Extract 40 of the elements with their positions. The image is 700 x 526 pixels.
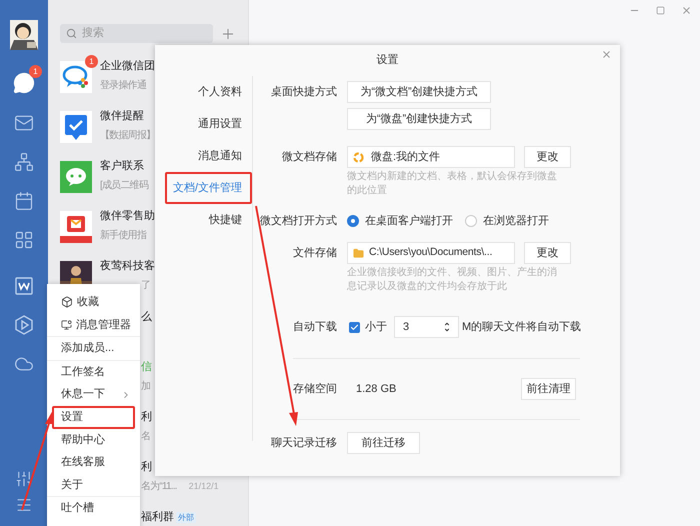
chat-preview: 加: [141, 380, 150, 393]
chat-title: 福利群: [141, 510, 174, 524]
dialog-title: 设置: [376, 53, 398, 68]
field-label: 聊天记录迁移: [270, 436, 337, 451]
external-tag: 外部: [176, 512, 196, 522]
chat-title: 么: [141, 310, 152, 324]
path-text: 微盘:我的文件: [371, 150, 440, 165]
field-label: 存储空间: [292, 382, 337, 397]
field-label: 文件存储: [292, 246, 337, 261]
field-label: 微文档打开方式: [259, 214, 337, 229]
storage-size: 1.28 GB: [356, 382, 398, 397]
chat-title: 利: [141, 410, 152, 424]
chat-preview: [成员二维码: [100, 179, 148, 192]
field-label: 微文档存储: [281, 150, 337, 165]
hint-text: 企业微信接收到的文件、视频、图片、产生的消息记录以及微盘的文件均会存放于此: [347, 266, 558, 294]
spinner-value: 3: [403, 320, 410, 335]
chat-title: 信: [141, 360, 152, 374]
chat-title: 微伴零售助: [100, 209, 155, 223]
chat-preview: 了: [141, 279, 150, 292]
chat-title: 利: [141, 460, 152, 474]
size-suffix: M的聊天文件将自动下载: [462, 320, 582, 335]
chat-preview: 名为“11...: [141, 480, 177, 494]
chat-preview: 登录操作通: [100, 79, 146, 92]
field-label: 桌面快捷方式: [270, 84, 337, 100]
chat-title: 夜莺科技客: [100, 259, 155, 273]
chat-title: 企业微信团: [100, 59, 155, 73]
chat-preview: 【数据周报】: [100, 129, 156, 142]
path-text: C:\Users\you\Documents\...: [369, 245, 492, 260]
radio-label: 在桌面客户端打开: [365, 214, 453, 229]
hint-text: 微文档内新建的文档、表格，默认会保存到微盘的此位置: [347, 170, 558, 198]
chat-preview: 名: [141, 430, 150, 443]
unread-badge: 1: [29, 65, 42, 78]
unread-badge: 1: [85, 55, 98, 68]
chat-title: 客户联系: [100, 159, 144, 173]
chat-title: 微伴提醒: [100, 109, 144, 123]
checkbox-label: 小于: [365, 320, 387, 335]
chat-preview: 新手使用指: [100, 229, 146, 242]
radio-label: 在浏览器打开: [483, 214, 549, 229]
field-label: 自动下载: [292, 320, 337, 335]
chat-time: 21/12/1: [188, 480, 219, 493]
